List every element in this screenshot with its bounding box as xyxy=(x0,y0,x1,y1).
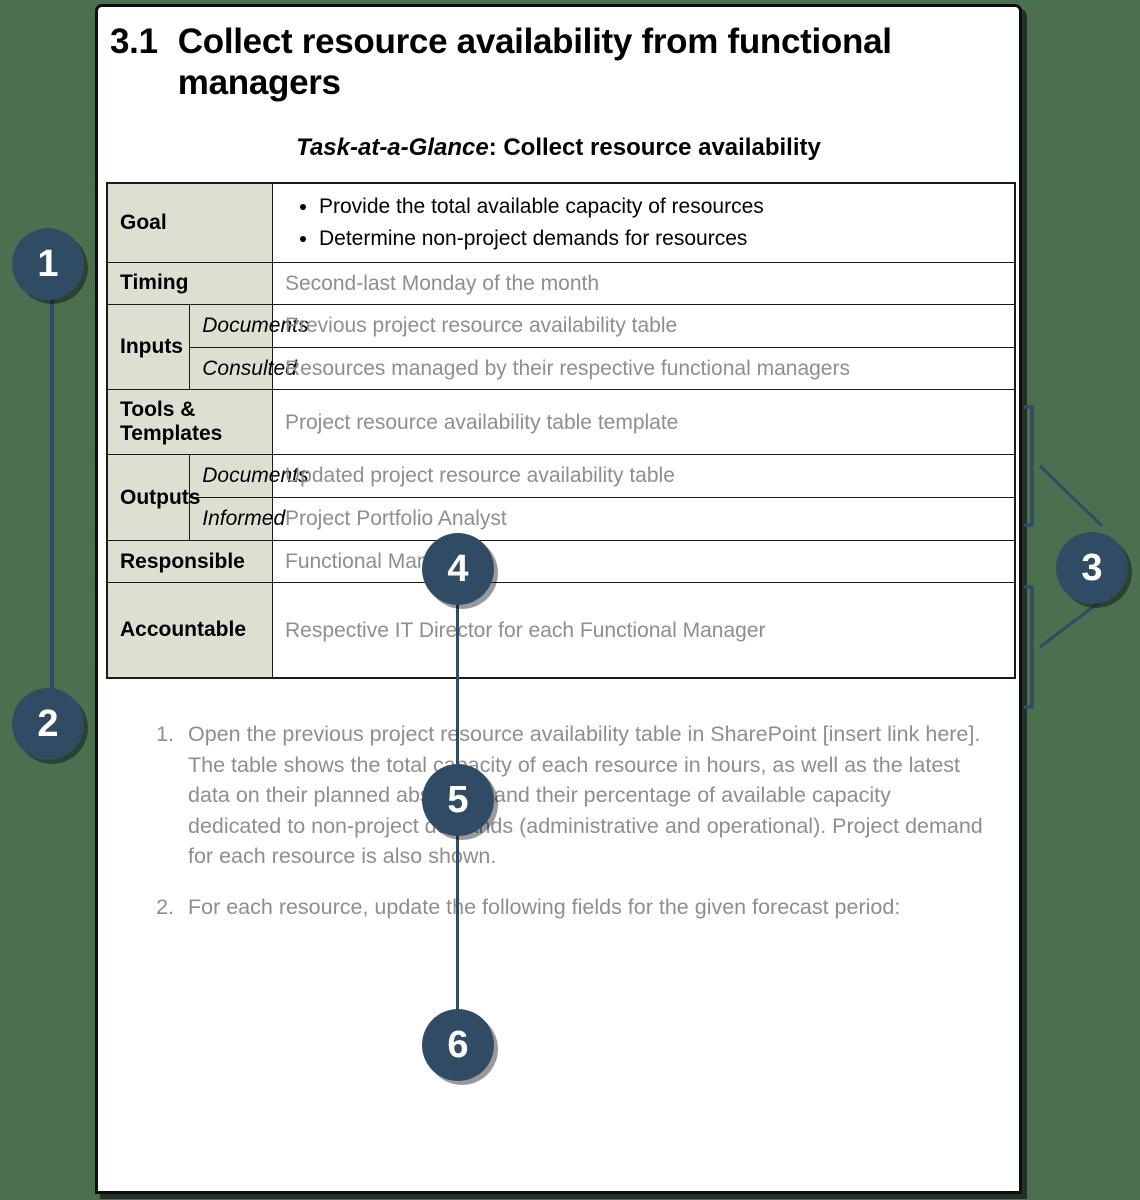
table-row: Timing Second-last Monday of the month xyxy=(106,261,1016,306)
row-value-accountable: Respective IT Director for each Function… xyxy=(272,582,1016,679)
table-row: Accountable Respective IT Director for e… xyxy=(106,582,1016,679)
row-sublabel-outputs-informed: Informed xyxy=(189,497,285,541)
row-value-tools-templates: Project resource availability table temp… xyxy=(272,389,1016,456)
callout-badge-6[interactable]: 6 xyxy=(422,1009,494,1081)
step-marker: 1. xyxy=(156,722,174,747)
row-label-goal: Goal xyxy=(106,182,273,263)
row-value-outputs-informed: Project Portfolio Analyst xyxy=(272,497,1016,541)
callout-connector-1-2 xyxy=(50,290,54,720)
row-label-tools-templates: Tools & Templates xyxy=(106,389,273,456)
list-item: 1. Open the previous project resource av… xyxy=(140,719,989,872)
table-row: Tools & Templates Project resource avail… xyxy=(106,389,1016,456)
row-value-inputs-documents: Previous project resource availability t… xyxy=(272,304,1016,348)
callout-badge-3[interactable]: 3 xyxy=(1056,532,1128,604)
goal-bullet: Provide the total available capacity of … xyxy=(319,194,1002,220)
row-label-timing: Timing xyxy=(106,261,273,306)
step-text: Open the previous project resource avail… xyxy=(188,722,983,869)
row-label-responsible: Responsible xyxy=(106,539,273,584)
callout-badge-5[interactable]: 5 xyxy=(422,764,494,836)
procedure-steps-list: 1. Open the previous project resource av… xyxy=(140,719,989,922)
row-value-responsible: Functional Managers xyxy=(272,539,1016,584)
callout-badge-1[interactable]: 1 xyxy=(12,228,84,300)
subtitle-remainder: : Collect resource availability xyxy=(488,133,821,161)
goal-bullet: Determine non-project demands for resour… xyxy=(319,226,1002,252)
section-title: Collect resource availability from funct… xyxy=(177,22,892,103)
task-at-a-glance-table: Goal Provide the total available capacit… xyxy=(106,181,1016,680)
row-label-accountable: Accountable xyxy=(106,582,273,679)
row-label-inputs: Inputs xyxy=(106,304,191,391)
row-value-timing: Second-last Monday of the month xyxy=(272,261,1016,306)
section-number: 3.1 xyxy=(110,22,158,61)
table-row: Goal Provide the total available capacit… xyxy=(106,182,1016,263)
callout-badge-4[interactable]: 4 xyxy=(422,533,494,605)
step-text: For each resource, update the following … xyxy=(188,894,901,919)
task-at-a-glance-subtitle: Task-at-a-Glance: Collect resource avail… xyxy=(116,134,1001,162)
list-item: 2. For each resource, update the followi… xyxy=(140,892,989,923)
row-value-inputs-consulted: Resources managed by their respective fu… xyxy=(272,346,1016,391)
page-title: 3.1 Collect resource availability from f… xyxy=(110,21,997,104)
subtitle-emphasis: Task-at-a-Glance xyxy=(296,133,489,161)
row-value-goal: Provide the total available capacity of … xyxy=(272,182,1016,263)
row-sublabel-inputs-consulted: Consulted xyxy=(189,346,297,391)
row-sublabel-inputs-documents: Documents xyxy=(189,304,308,348)
document-page: 3.1 Collect resource availability from f… xyxy=(95,4,1022,1194)
table-row: Informed Project Portfolio Analyst xyxy=(107,497,1016,541)
callout-badge-2[interactable]: 2 xyxy=(12,688,84,760)
table-row: Inputs Documents Previous project resour… xyxy=(106,304,1016,391)
row-sublabel-outputs-documents: Documents xyxy=(189,454,308,499)
table-row: Consulted Resources managed by their res… xyxy=(107,346,1016,391)
step-marker: 2. xyxy=(156,894,174,919)
table-row: Responsible Functional Managers xyxy=(106,539,1016,584)
row-label-outputs: Outputs xyxy=(106,454,200,541)
table-row: Outputs Documents Updated project resour… xyxy=(106,454,1016,541)
goal-bullet-list: Provide the total available capacity of … xyxy=(285,194,1002,252)
row-value-outputs-documents: Updated project resource availability ta… xyxy=(272,454,1016,499)
